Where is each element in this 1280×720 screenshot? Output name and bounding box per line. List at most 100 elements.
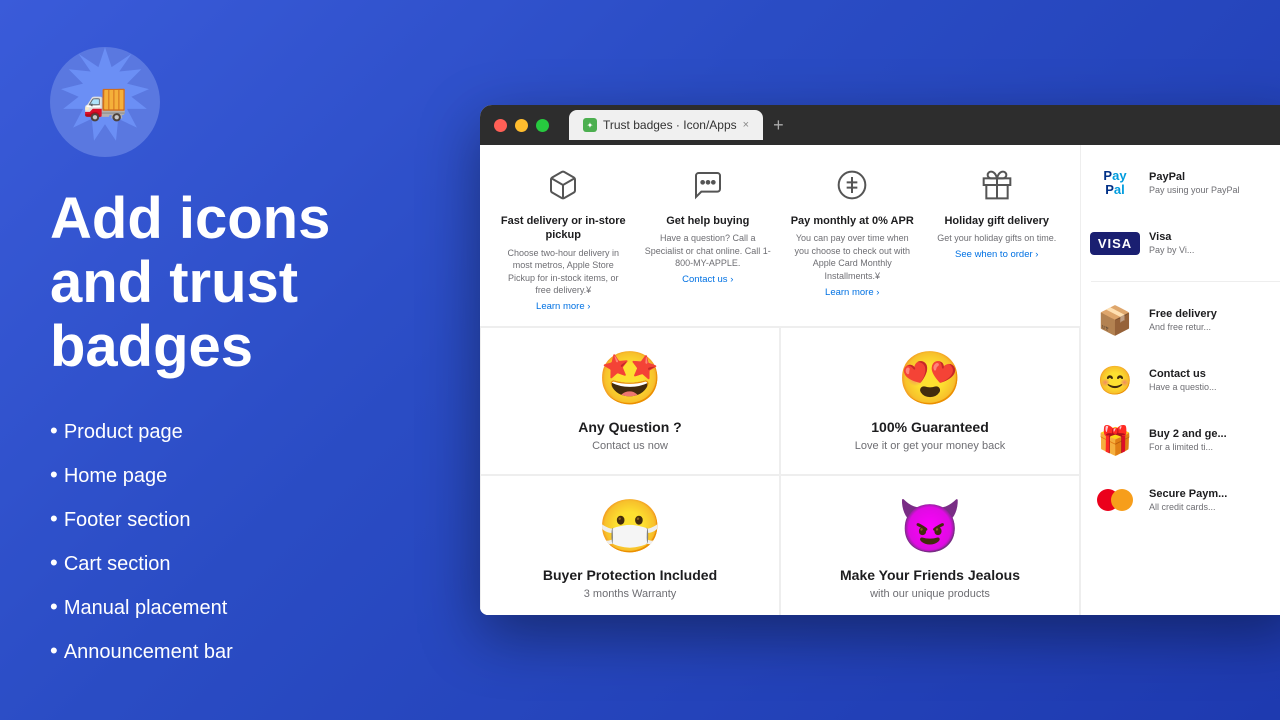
gift-emoji: 🎁 (1098, 424, 1133, 457)
rp-sub-visa: Pay by Vi... (1149, 245, 1280, 255)
feature-list: Product page Home page Footer section Ca… (50, 409, 430, 673)
paypal-icon: Pay Pal (1091, 159, 1139, 207)
trust-title-delivery: Fast delivery or in-store pickup (500, 214, 627, 243)
emoji-grid: 🤩 Any Question ? Contact us now 😍 100% G… (480, 327, 1080, 615)
mastercard-icon (1091, 476, 1139, 524)
tab-bar: ✦ Trust badges · Icon/Apps × + (569, 110, 790, 140)
divider-1 (1091, 281, 1280, 282)
right-panel: Pay Pal PayPal Pay using your PayPal VIS… (1080, 145, 1280, 615)
emoji-cell-question: 🤩 Any Question ? Contact us now (480, 327, 780, 475)
emoji-cell-jealous: 😈 Make Your Friends Jealous with our uni… (780, 475, 1080, 615)
tab-favicon: ✦ (583, 118, 597, 132)
rp-text-free-delivery: Free delivery And free retur... (1149, 308, 1280, 332)
rp-title-secure: Secure Paym... (1149, 488, 1280, 500)
trust-item-pay: Pay monthly at 0% APR You can pay over t… (785, 165, 920, 316)
mc-orange-circle (1111, 489, 1133, 511)
contact-icon: 😊 (1091, 356, 1139, 404)
trust-link-gift[interactable]: See when to order › (955, 249, 1038, 260)
trust-item-delivery: Fast delivery or in-store pickup Choose … (496, 165, 631, 316)
guaranteed-emoji: 😍 (898, 348, 963, 409)
emoji-title-question: Any Question ? (578, 419, 681, 435)
rp-sub-paypal: Pay using your PayPal (1149, 185, 1280, 195)
visa-icon: VISA (1091, 219, 1139, 267)
trust-link-pay[interactable]: Learn more › (825, 287, 879, 298)
dollar-svg (836, 169, 868, 201)
feature-item: Product page (50, 409, 430, 453)
rp-item-free-delivery: 📦 Free delivery And free retur... (1091, 296, 1280, 344)
rp-sub-secure: All credit cards... (1149, 502, 1280, 512)
badge-star: 🚚 (50, 47, 160, 157)
emoji-cell-guaranteed: 😍 100% Guaranteed Love it or get your mo… (780, 327, 1080, 475)
trust-link-delivery[interactable]: Learn more › (536, 301, 590, 312)
browser-container: ✦ Trust badges · Icon/Apps × + (480, 0, 1280, 720)
truck-icon: 🚚 (83, 81, 128, 123)
rp-text-secure: Secure Paym... All credit cards... (1149, 488, 1280, 512)
main-content: Fast delivery or in-store pickup Choose … (480, 145, 1080, 615)
trust-item-help: Get help buying Have a question? Call a … (641, 165, 776, 316)
gift-icon (981, 169, 1013, 208)
trust-desc-pay: You can pay over time when you choose to… (789, 232, 916, 282)
trust-item-gift: Holiday gift delivery Get your holiday g… (930, 165, 1065, 316)
rp-title-visa: Visa (1149, 231, 1280, 243)
feature-item: Announcement bar (50, 629, 430, 673)
trust-desc-help: Have a question? Call a Specialist or ch… (645, 232, 772, 270)
rp-item-contact: 😊 Contact us Have a questio... (1091, 356, 1280, 404)
box-icon (547, 169, 579, 208)
box-emoji: 📦 (1098, 304, 1133, 337)
protection-emoji: 😷 (598, 496, 663, 557)
rp-sub-buy2: For a limited ti... (1149, 442, 1280, 452)
emoji-sub-protection: 3 months Warranty (584, 587, 677, 602)
trust-desc-gift: Get your holiday gifts on time. (937, 232, 1056, 245)
feature-item: Footer section (50, 497, 430, 541)
rp-text-paypal: PayPal Pay using your PayPal (1149, 171, 1280, 195)
new-tab-button[interactable]: + (767, 115, 790, 136)
rp-sub-contact: Have a questio... (1149, 382, 1280, 392)
emoji-title-guaranteed: 100% Guaranteed (871, 419, 989, 435)
trust-badges-top: Fast delivery or in-store pickup Choose … (480, 145, 1080, 327)
feature-item: Cart section (50, 541, 430, 585)
browser-titlebar: ✦ Trust badges · Icon/Apps × + (480, 105, 1280, 145)
trust-title-pay: Pay monthly at 0% APR (791, 214, 914, 228)
rp-title-paypal: PayPal (1149, 171, 1280, 183)
trust-desc-delivery: Choose two-hour delivery in most metros,… (500, 247, 627, 297)
emoji-sub-question: Contact us now (592, 439, 668, 454)
rp-item-visa: VISA Visa Pay by Vi... (1091, 219, 1280, 267)
minimize-button[interactable] (515, 119, 528, 132)
emoji-title-jealous: Make Your Friends Jealous (840, 567, 1020, 583)
left-panel: 🚚 Add icons and trust badges Product pag… (0, 7, 480, 712)
close-button[interactable] (494, 119, 507, 132)
browser-tab[interactable]: ✦ Trust badges · Icon/Apps × (569, 110, 763, 140)
rp-text-contact: Contact us Have a questio... (1149, 368, 1280, 392)
tab-close-button[interactable]: × (743, 119, 749, 131)
tab-title: Trust badges · Icon/Apps (603, 118, 737, 132)
emoji-sub-guaranteed: Love it or get your money back (855, 439, 1005, 454)
dollar-icon (836, 169, 868, 208)
delivery-svg (547, 169, 579, 201)
buy2-icon: 🎁 (1091, 416, 1139, 464)
smiley-emoji: 😊 (1098, 364, 1133, 397)
trust-title-help: Get help buying (666, 214, 749, 228)
gift-svg (981, 169, 1013, 201)
rp-sub-free-delivery: And free retur... (1149, 322, 1280, 332)
rp-title-buy2: Buy 2 and ge... (1149, 428, 1280, 440)
trust-title-gift: Holiday gift delivery (944, 214, 1049, 228)
mc-circles (1097, 489, 1133, 511)
browser-content: Fast delivery or in-store pickup Choose … (480, 145, 1280, 615)
main-title: Add icons and trust badges (50, 187, 430, 378)
emoji-title-protection: Buyer Protection Included (543, 567, 717, 583)
trust-link-help[interactable]: Contact us › (682, 274, 733, 285)
rp-title-contact: Contact us (1149, 368, 1280, 380)
jealous-emoji: 😈 (898, 496, 963, 557)
badge-icon-wrapper: 🚚 (50, 47, 160, 157)
maximize-button[interactable] (536, 119, 549, 132)
rp-text-visa: Visa Pay by Vi... (1149, 231, 1280, 255)
rp-item-secure: Secure Paym... All credit cards... (1091, 476, 1280, 524)
free-delivery-icon: 📦 (1091, 296, 1139, 344)
rp-title-free-delivery: Free delivery (1149, 308, 1280, 320)
feature-item: Home page (50, 453, 430, 497)
chat-svg (692, 169, 724, 201)
visa-logo: VISA (1090, 232, 1140, 255)
emoji-sub-jealous: with our unique products (870, 587, 990, 602)
rp-item-paypal: Pay Pal PayPal Pay using your PayPal (1091, 159, 1280, 207)
chat-icon (692, 169, 724, 208)
